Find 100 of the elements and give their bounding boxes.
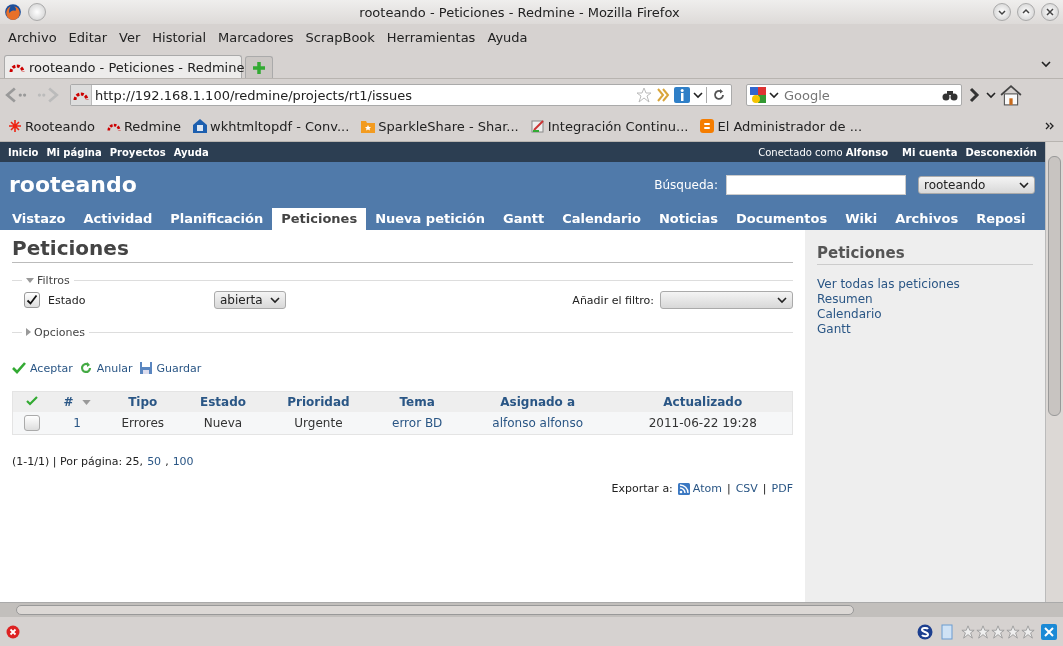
project-title: rooteando <box>9 172 137 197</box>
folder-icon <box>361 119 376 133</box>
table-cell: Errores <box>121 416 165 430</box>
menu-item[interactable]: Editar <box>68 29 108 45</box>
main-tab[interactable]: Reposi <box>967 208 1035 230</box>
sort-icon[interactable] <box>81 400 91 405</box>
close-button[interactable] <box>1041 3 1059 21</box>
export-link[interactable]: PDF <box>771 482 793 495</box>
action-link[interactable]: Anular <box>78 361 133 375</box>
horizontal-scrollbar[interactable] <box>0 602 1063 617</box>
column-header[interactable]: # <box>63 395 74 409</box>
minimize-button[interactable] <box>993 3 1011 21</box>
info-icon[interactable] <box>674 87 690 103</box>
window-title: rooteando - Peticiones - Redmine - Mozilla Firefox <box>358 4 681 20</box>
top-menu-link[interactable]: Proyectos <box>109 146 166 158</box>
menu-item[interactable]: Marcadores <box>218 29 294 45</box>
project-select[interactable]: rooteando <box>918 175 1035 194</box>
browser-tab[interactable]: rooteando - Peticiones - Redmine <box>4 55 242 78</box>
feed-chevron-icon[interactable] <box>655 87 671 103</box>
account-link[interactable]: Mi cuenta <box>902 146 958 158</box>
bookmark-item[interactable]: Rooteando <box>8 118 95 134</box>
bookmark-item[interactable]: Integración Continu... <box>530 118 689 134</box>
menu-item[interactable]: ScrapBook <box>305 29 375 45</box>
address-bar[interactable]: http://192.168.1.100/redmine/projects/rt1/issues <box>70 84 732 106</box>
more-bookmarks-icon[interactable] <box>1045 121 1055 131</box>
bookmark-star-icon[interactable] <box>636 87 652 103</box>
feed-icon <box>677 482 690 495</box>
caret-icon <box>777 295 787 305</box>
logged-in-text: Conectado como Alfonso <box>758 146 889 158</box>
caret-icon[interactable] <box>769 90 779 100</box>
table-cell: Urgente <box>294 416 343 430</box>
rating-stars[interactable] <box>961 624 1035 639</box>
main-tab[interactable]: Peticiones <box>272 208 367 230</box>
bookmark-item[interactable]: El Administrador de ... <box>700 118 863 134</box>
main-tab[interactable]: Planificación <box>161 208 273 230</box>
star-icon <box>991 624 1005 639</box>
per-page-link[interactable]: 100 <box>172 455 194 468</box>
sidebar-title: Peticiones <box>817 244 1033 265</box>
action-link[interactable]: Aceptar <box>12 361 73 375</box>
menu-item[interactable]: Herramientas <box>386 29 476 45</box>
star-icon <box>961 624 975 639</box>
pagination-text: (1-1/1) | Por página: 25, <box>12 455 144 468</box>
main-tab[interactable]: Wiki <box>836 208 887 230</box>
filters-toggle[interactable]: Filtros <box>26 273 70 287</box>
top-menu-link[interactable]: Ayuda <box>173 146 209 158</box>
options-toggle[interactable]: Opciones <box>26 325 85 339</box>
window-menu-button[interactable] <box>28 3 46 21</box>
export-link[interactable]: Atom <box>677 482 722 495</box>
main-tab[interactable]: Noticias <box>649 208 728 230</box>
action-link[interactable]: Guardar <box>138 361 202 375</box>
web-search-field[interactable]: Google <box>746 84 962 106</box>
separator-text: , <box>165 455 169 468</box>
search-engine-icon[interactable] <box>750 87 766 103</box>
account-link[interactable]: Desconexión <box>965 146 1037 158</box>
main-tab[interactable]: Gantt <box>494 208 554 230</box>
s-logo-icon[interactable] <box>917 623 933 640</box>
per-page-link[interactable]: 50 <box>147 455 162 468</box>
home-icon[interactable] <box>1000 84 1022 106</box>
menu-item[interactable]: Archivo <box>8 29 57 45</box>
filter-checkbox[interactable] <box>24 292 40 308</box>
menu-item[interactable]: Ver <box>119 29 141 45</box>
house-icon <box>193 119 208 133</box>
menu-item[interactable]: Historial <box>152 29 207 45</box>
sidebar-link[interactable]: Ver todas las peticiones <box>817 277 1033 292</box>
main-tab[interactable]: Archivos <box>886 208 968 230</box>
vertical-scrollbar[interactable] <box>1045 142 1063 602</box>
menu-item[interactable]: Ayuda <box>487 29 528 45</box>
main-tab[interactable]: Calendario <box>553 208 650 230</box>
blog-icon <box>700 119 715 133</box>
dropdown-icon[interactable] <box>986 90 996 100</box>
bookmark-item[interactable]: SparkleShare - Shar... <box>361 118 519 134</box>
x-logo-icon[interactable] <box>1041 623 1057 640</box>
sidebar-link[interactable]: Gantt <box>817 322 1033 337</box>
firefox-icon <box>4 3 22 21</box>
bookmark-item[interactable]: Redmine <box>106 118 182 134</box>
main-tab[interactable]: Vistazo <box>3 208 75 230</box>
filter-label: Estado <box>48 293 87 307</box>
caret-icon <box>270 295 280 305</box>
maximize-button[interactable] <box>1017 3 1035 21</box>
top-menu-link[interactable]: Inicio <box>8 146 39 158</box>
add-filter-select[interactable] <box>660 291 793 309</box>
arc-icon <box>71 85 92 105</box>
dropdown-icon[interactable] <box>693 90 703 100</box>
separator-text: | <box>726 482 731 495</box>
main-tab[interactable]: Nueva petición <box>366 208 494 230</box>
export-link[interactable]: CSV <box>735 482 758 495</box>
main-tab[interactable]: Documentos <box>727 208 837 230</box>
page-title: Peticiones <box>12 236 793 263</box>
operator-select[interactable]: abierta <box>214 291 286 309</box>
bookmark-item[interactable]: wkhtmltopdf - Conv... <box>193 118 350 134</box>
issue-link[interactable]: 1 <box>73 416 81 430</box>
row-checkbox[interactable] <box>23 415 40 431</box>
toggle-all-icon[interactable] <box>25 394 38 407</box>
top-menu-link[interactable]: Mi página <box>46 146 102 158</box>
main-tab[interactable]: Actividad <box>74 208 162 230</box>
tab-list-icon[interactable] <box>1041 59 1051 69</box>
spark-icon <box>8 119 22 133</box>
sidebar-link[interactable]: Resumen <box>817 292 1033 307</box>
search-field[interactable] <box>726 174 906 195</box>
sidebar-link[interactable]: Calendario <box>817 307 1033 322</box>
